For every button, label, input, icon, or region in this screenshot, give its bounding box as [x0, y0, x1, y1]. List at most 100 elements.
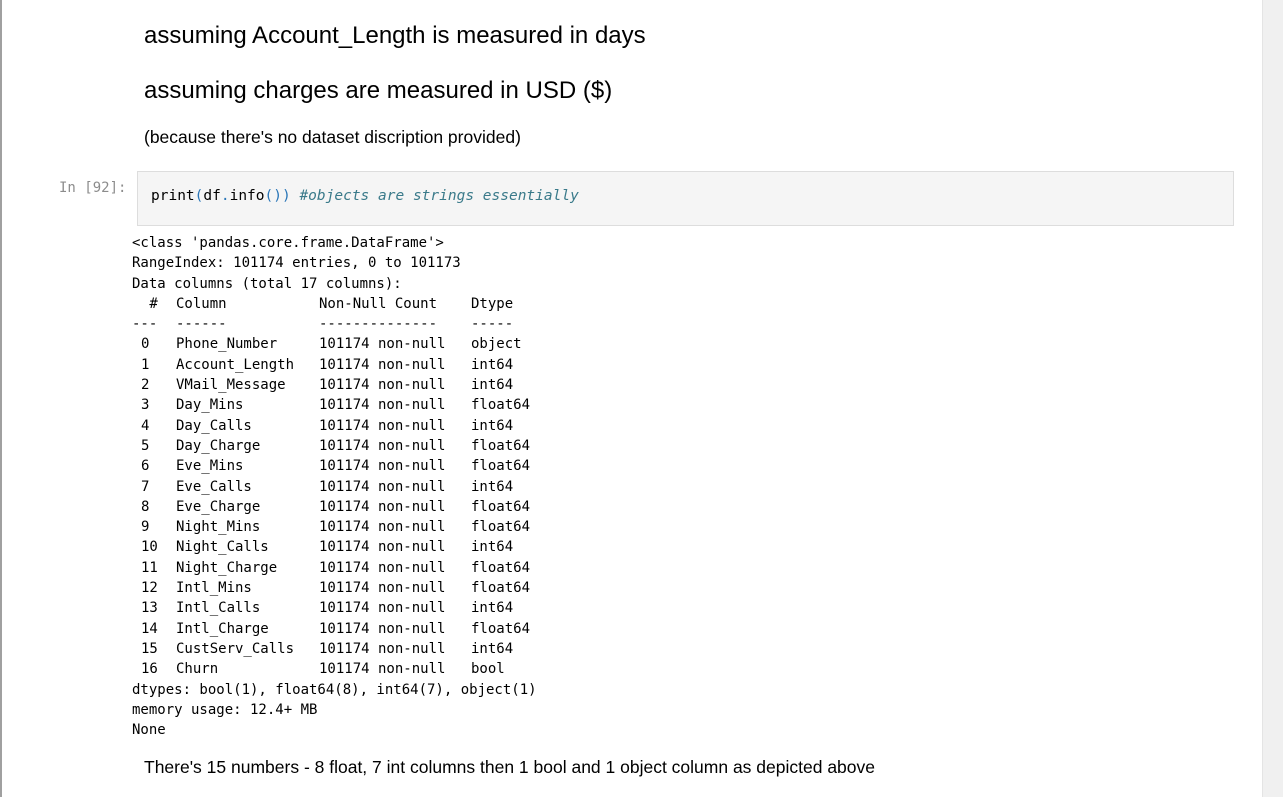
row-index: 2: [141, 377, 150, 394]
row-column-name: Churn: [176, 661, 219, 678]
row-dtype: int64: [471, 377, 514, 394]
row-index: 13: [141, 600, 158, 617]
table-row: 4 Day_Calls 101174 non-null int64: [132, 416, 1232, 436]
table-row: 16 Churn 101174 non-null bool: [132, 659, 1232, 679]
row-column-name: Phone_Number: [176, 336, 278, 353]
table-row: 5 Day_Charge 101174 non-null float64: [132, 436, 1232, 456]
table-row: 6 Eve_Mins 101174 non-null float64: [132, 456, 1232, 476]
code-close-parens: ()): [264, 188, 291, 204]
row-index: 0: [141, 336, 150, 353]
row-index: 14: [141, 620, 158, 637]
code-cell-editor[interactable]: print(df.info()) #objects are strings es…: [137, 171, 1234, 226]
divider-column: ------: [176, 316, 227, 333]
row-non-null-count: 101174 non-null: [319, 437, 446, 454]
table-row: 15 CustServ_Calls 101174 non-null int64: [132, 639, 1232, 659]
row-column-name: VMail_Message: [176, 377, 286, 394]
row-index: 4: [141, 417, 150, 434]
table-row: 1 Account_Length 101174 non-null int64: [132, 355, 1232, 375]
output-range-index: RangeIndex: 101174 entries, 0 to 101173: [132, 255, 461, 272]
row-non-null-count: 101174 non-null: [319, 377, 446, 394]
row-dtype: int64: [471, 539, 514, 556]
row-index: 11: [141, 559, 158, 576]
row-column-name: Intl_Charge: [176, 620, 269, 637]
row-non-null-count: 101174 non-null: [319, 356, 446, 373]
row-non-null-count: 101174 non-null: [319, 336, 446, 353]
table-row: 0 Phone_Number 101174 non-null object: [132, 334, 1232, 354]
code-function: print: [151, 188, 195, 204]
row-index: 8: [141, 498, 150, 515]
code-object: df: [203, 188, 221, 204]
output-class-line: <class 'pandas.core.frame.DataFrame'>: [132, 235, 444, 251]
row-column-name: Day_Calls: [176, 417, 252, 434]
markdown-note: (because there's no dataset discription …: [144, 127, 521, 147]
row-non-null-count: 101174 non-null: [319, 478, 446, 495]
row-dtype: int64: [471, 356, 514, 373]
row-index: 12: [141, 580, 158, 597]
row-index: 16: [141, 661, 158, 678]
row-column-name: Night_Calls: [176, 539, 269, 556]
row-dtype: float64: [471, 559, 531, 576]
header-non-null-count: Non-Null Count: [319, 295, 438, 312]
row-dtype: float64: [471, 620, 531, 637]
row-non-null-count: 101174 non-null: [319, 640, 446, 657]
markdown-heading-charges: assuming charges are measured in USD ($): [144, 77, 613, 104]
divider-index: ---: [132, 316, 158, 333]
row-column-name: CustServ_Calls: [176, 640, 295, 657]
row-index: 6: [141, 458, 150, 475]
row-column-name: Eve_Mins: [176, 458, 244, 475]
row-index: 15: [141, 640, 158, 657]
row-dtype: int64: [471, 600, 514, 617]
scrollbar[interactable]: [1262, 0, 1283, 797]
header-index: #: [141, 295, 158, 312]
markdown-footer-note: There's 15 numbers - 8 float, 7 int colu…: [144, 757, 876, 777]
notebook-container: assuming Account_Length is measured in d…: [0, 0, 1262, 797]
row-index: 1: [141, 356, 150, 373]
code-comment: #objects are strings essentially: [299, 188, 579, 204]
markdown-heading-account-length: assuming Account_Length is measured in d…: [144, 22, 646, 49]
row-column-name: Intl_Calls: [176, 600, 261, 617]
row-dtype: float64: [471, 519, 531, 536]
row-dtype: int64: [471, 640, 514, 657]
row-non-null-count: 101174 non-null: [319, 397, 446, 414]
row-column-name: Eve_Calls: [176, 478, 252, 495]
table-row: 10 Night_Calls 101174 non-null int64: [132, 537, 1232, 557]
row-dtype: float64: [471, 498, 531, 515]
row-column-name: Eve_Charge: [176, 498, 261, 515]
output-dtypes-line: dtypes: bool(1), float64(8), int64(7), o…: [132, 681, 537, 698]
row-dtype: float64: [471, 458, 531, 475]
output-none-line: None: [132, 722, 166, 739]
row-non-null-count: 101174 non-null: [319, 559, 446, 576]
row-non-null-count: 101174 non-null: [319, 600, 446, 617]
row-non-null-count: 101174 non-null: [319, 458, 446, 475]
row-index: 5: [141, 437, 150, 454]
row-non-null-count: 101174 non-null: [319, 620, 446, 637]
row-dtype: bool: [471, 661, 505, 678]
row-dtype: int64: [471, 417, 514, 434]
table-row: 9 Night_Mins 101174 non-null float64: [132, 517, 1232, 537]
row-column-name: Night_Charge: [176, 559, 278, 576]
table-row: 13 Intl_Calls 101174 non-null int64: [132, 598, 1232, 618]
output-table-divider: --- ------ -------------- -----: [132, 314, 1232, 334]
output-memory-line: memory usage: 12.4+ MB: [132, 701, 318, 718]
output-table-rows: 0 Phone_Number 101174 non-null object 1 Accou…: [132, 334, 1232, 679]
row-dtype: float64: [471, 580, 531, 597]
row-non-null-count: 101174 non-null: [319, 580, 446, 597]
row-non-null-count: 101174 non-null: [319, 417, 446, 434]
row-column-name: Night_Mins: [176, 519, 261, 536]
row-non-null-count: 101174 non-null: [319, 498, 446, 515]
code-dot: .: [220, 188, 230, 204]
code-line: print(df.info()) #objects are strings es…: [151, 188, 579, 204]
row-dtype: float64: [471, 397, 531, 414]
row-column-name: Account_Length: [176, 356, 295, 373]
header-dtype: Dtype: [471, 295, 514, 312]
table-row: 8 Eve_Charge 101174 non-null float64: [132, 497, 1232, 517]
row-dtype: object: [471, 336, 522, 353]
divider-dtype: -----: [471, 316, 514, 333]
table-row: 2 VMail_Message 101174 non-null int64: [132, 375, 1232, 395]
row-column-name: Intl_Mins: [176, 580, 252, 597]
row-index: 3: [141, 397, 150, 414]
row-dtype: float64: [471, 437, 531, 454]
row-non-null-count: 101174 non-null: [319, 539, 446, 556]
row-index: 9: [141, 519, 150, 536]
table-row: 7 Eve_Calls 101174 non-null int64: [132, 477, 1232, 497]
